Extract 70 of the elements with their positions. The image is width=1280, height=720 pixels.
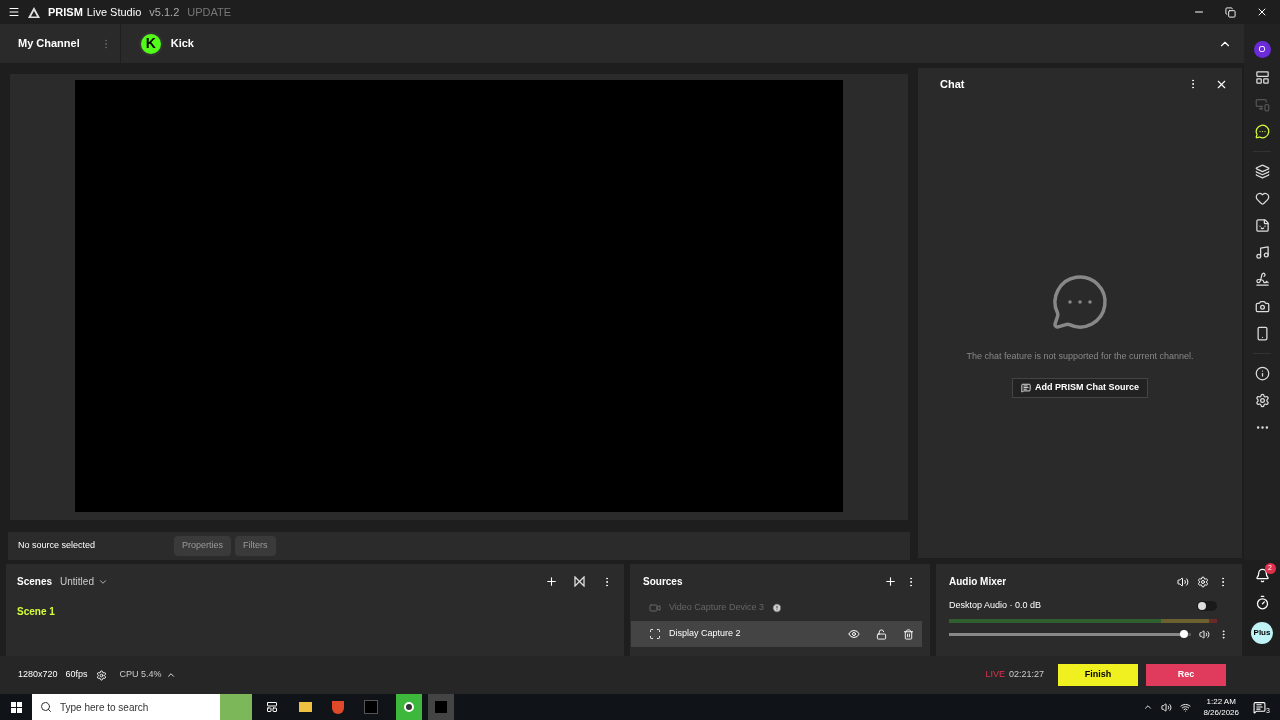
channel-label: My Channel — [18, 36, 80, 52]
lock-icon[interactable] — [876, 628, 887, 640]
speaker-icon[interactable] — [1177, 575, 1189, 588]
add-chat-source-button[interactable]: Add PRISM Chat Source — [1012, 377, 1148, 398]
channel-name: Kick — [170, 36, 194, 52]
expand-icon[interactable] — [165, 670, 176, 680]
add-icon[interactable] — [884, 575, 897, 588]
transition-icon[interactable] — [574, 576, 585, 587]
live-label: LIVE — [985, 668, 1005, 682]
sticker-icon[interactable] — [1254, 218, 1270, 233]
chat-bubble-icon — [1050, 272, 1110, 332]
recorder-app-icon[interactable] — [396, 694, 422, 720]
music-icon[interactable] — [1254, 245, 1270, 260]
settings-icon[interactable] — [1254, 393, 1270, 408]
camera-icon — [649, 602, 661, 614]
scenes-title: Scenes — [17, 575, 53, 589]
clock-time: 1:22 AM — [1206, 696, 1236, 707]
finish-button[interactable]: Finish — [1058, 664, 1138, 686]
resolution-text: 1280x720 — [18, 668, 58, 682]
task-view-icon[interactable] — [266, 701, 278, 713]
source-name: Display Capture 2 — [669, 627, 741, 641]
notification-icon[interactable] — [1254, 568, 1270, 583]
update-link[interactable]: UPDATE — [187, 3, 232, 21]
cpu-text: CPU 5.4% — [119, 668, 162, 682]
heart-icon[interactable] — [1254, 191, 1270, 206]
chat-icon[interactable] — [1254, 124, 1270, 139]
volume-icon[interactable] — [1161, 701, 1173, 713]
chat-message: The chat feature is not supported for the current channel. — [966, 350, 1194, 363]
signature-icon[interactable] — [1254, 272, 1270, 287]
live-timer: 02:21:27 — [1008, 668, 1044, 682]
close-icon[interactable] — [1256, 6, 1268, 18]
phone-icon[interactable] — [1254, 326, 1270, 341]
speaker-icon[interactable] — [1199, 628, 1210, 640]
rec-button[interactable]: Rec — [1146, 664, 1226, 686]
version-label: v5.1.2 — [149, 4, 180, 20]
logo-icon — [28, 6, 40, 18]
search-icon — [40, 701, 52, 713]
sources-title: Sources — [643, 575, 683, 589]
layers-icon[interactable] — [1254, 164, 1270, 179]
toggle-switch[interactable] — [1197, 600, 1217, 611]
network-icon[interactable] — [1180, 701, 1192, 713]
fps-text: 60fps — [65, 668, 88, 682]
menu-icon[interactable] — [8, 6, 20, 18]
audio-mixer-title: Audio Mixer — [949, 575, 1007, 589]
status-text: No source selected — [18, 539, 97, 553]
windows-logo-icon[interactable] — [11, 701, 22, 713]
window-title: Live Studio — [86, 4, 142, 20]
timer-icon[interactable] — [1254, 595, 1270, 610]
search-artwork — [220, 694, 252, 720]
info-icon[interactable] — [1254, 366, 1270, 381]
action-center-icon[interactable] — [1253, 700, 1266, 714]
source-item[interactable]: Display Capture 2 — [631, 621, 922, 647]
display-icon — [649, 628, 661, 640]
restore-icon[interactable] — [1225, 6, 1236, 18]
clock-date: 8/26/2026 — [1203, 707, 1239, 718]
add-icon[interactable] — [545, 575, 558, 588]
chat-title: Chat — [940, 76, 965, 92]
app-name: PRISM — [48, 4, 83, 20]
delete-icon[interactable] — [903, 628, 914, 640]
tray-expand-icon[interactable] — [1143, 702, 1154, 712]
camera-icon[interactable] — [1254, 299, 1270, 314]
scene-collection-dropdown[interactable]: Untitled — [60, 574, 108, 589]
scene-item[interactable]: Scene 1 — [17, 604, 613, 619]
channel-name: Desktop Audio · 0.0 dB — [949, 599, 1042, 612]
taskbar-search-field[interactable]: Type here to search — [32, 694, 220, 720]
chat-icon — [1021, 382, 1031, 393]
channel-avatar[interactable]: K — [138, 31, 163, 56]
profile-avatar[interactable]: O — [1253, 41, 1271, 58]
eye-icon[interactable] — [848, 628, 860, 640]
layout-icon[interactable] — [1254, 70, 1270, 85]
